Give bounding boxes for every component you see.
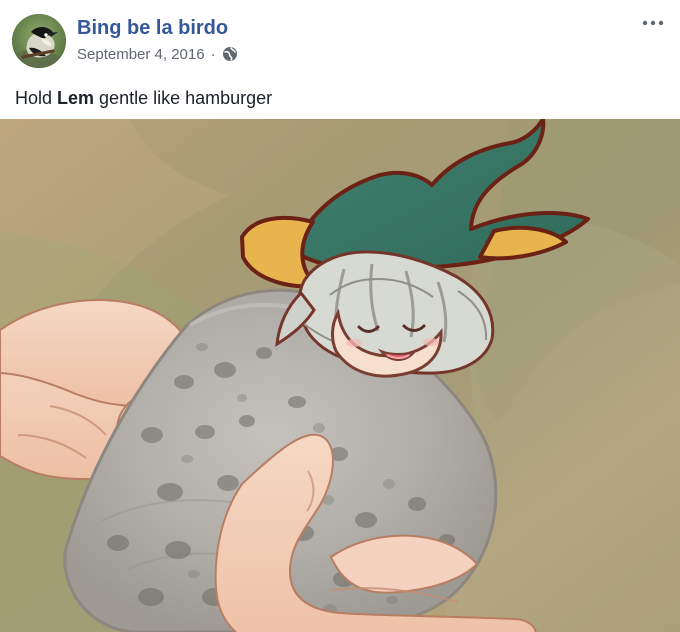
post-date[interactable]: September 4, 2016 (77, 46, 205, 63)
post-meta: September 4, 2016 · (77, 43, 238, 65)
caption-suffix: gentle like hamburger (94, 88, 273, 108)
post-caption: Hold Lem gentle like hamburger (15, 86, 272, 110)
post-author-name[interactable]: Bing be la birdo (77, 16, 228, 40)
globe-icon[interactable] (222, 46, 238, 62)
caption-prefix: Hold (15, 88, 58, 108)
post-photo[interactable] (0, 119, 680, 632)
facebook-post: Bing be la birdo September 4, 2016 · Hol… (0, 0, 680, 632)
author-avatar[interactable] (12, 14, 66, 68)
more-options-icon[interactable] (639, 12, 667, 34)
caption-highlight: Lem (57, 88, 95, 108)
meta-separator: · (210, 45, 216, 63)
